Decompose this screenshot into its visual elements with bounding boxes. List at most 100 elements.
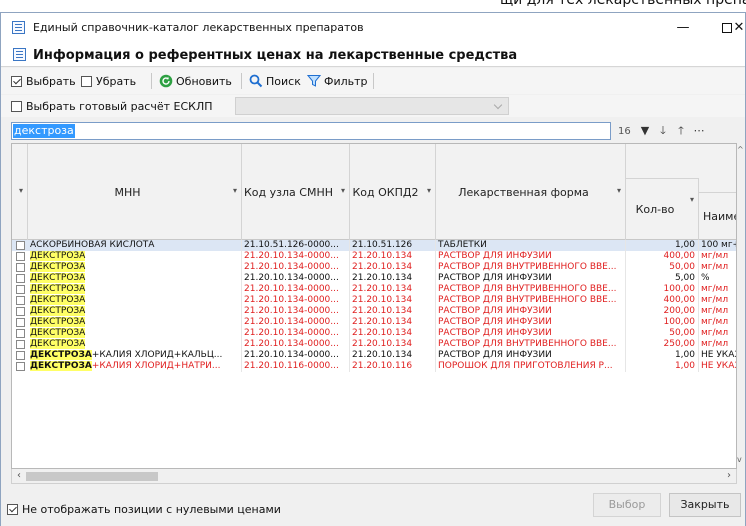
horizontal-scrollbar[interactable]: ‹ › [11,469,737,484]
cell-quantity: 100,00 [626,284,699,295]
column-label: Лекарственная форма [458,185,589,199]
chevron-down-icon[interactable]: ▾ [690,195,694,204]
scroll-down-icon[interactable]: v [737,455,742,464]
prev-match-icon[interactable]: 🡑 [674,124,688,138]
row-checkbox-cell[interactable] [12,339,28,350]
chevron-down-icon[interactable]: ▾ [617,186,621,195]
cell-okpd2-code: 21.20.10.134 [350,328,436,339]
more-options-icon[interactable]: ⋯ [692,124,706,138]
title-bar[interactable]: Единый справочник-каталог лекарственных … [1,13,745,43]
mnn-text: +КАЛИЯ ХЛОРИД+КАЛЬЦ... [91,350,223,360]
row-checkbox-cell[interactable] [12,361,28,372]
table-row[interactable]: ДЕКСТРОЗА 21.20.10.134-0000... 21.20.10.13… [12,328,736,339]
row-checkbox[interactable] [16,329,25,338]
cell-okpd2-code: 21.20.10.134 [350,339,436,350]
cell-okpd2-code: 21.20.10.134 [350,317,436,328]
cell-quantity: 1,00 [626,240,699,251]
scroll-up-icon[interactable]: ^ [737,145,744,154]
choose-button[interactable]: Выбор [593,493,661,517]
catalog-app-icon [12,21,25,34]
vertical-scrollbar[interactable]: ^ v [737,143,745,484]
scrollbar-thumb[interactable] [26,472,158,481]
scroll-right-icon[interactable]: › [722,469,736,484]
row-checkbox-cell[interactable] [12,317,28,328]
column-header-mnn[interactable]: МНН ▾ [28,144,242,240]
search-row: декстроза 16 ▼ 🡓 🡑 ⋯ [1,120,745,142]
column-header-okpd2-code[interactable]: Код ОКПД2 ▾ [350,144,436,240]
refresh-button[interactable]: Обновить [159,73,232,89]
chevron-down-icon[interactable]: ▾ [233,186,237,195]
next-match-icon[interactable]: 🡓 [656,124,670,138]
column-header-name[interactable]: Наимен [699,192,736,240]
checkbox-checked-icon [11,75,22,87]
cell-smnn-code: 21.20.10.116-0000... [242,361,350,372]
cell-mnn: ДЕКСТРОЗА [28,328,242,339]
ready-calc-dropdown[interactable] [235,97,509,115]
filter-button[interactable]: Фильтр [307,73,368,89]
row-checkbox-cell[interactable] [12,284,28,295]
checkbox-empty-icon [81,75,92,87]
filter-matches-icon[interactable]: ▼ [638,124,652,138]
table-row[interactable]: ДЕКСТРОЗА+КАЛИЯ ХЛОРИД+КАЛЬЦ... 21.20.10.… [12,350,736,361]
row-checkbox-cell[interactable] [12,262,28,273]
background-text: щи для тех лекарственных препаратов, кот… [500,0,746,8]
row-checkbox[interactable] [16,263,25,272]
search-input[interactable]: декстроза [11,122,611,140]
row-checkbox[interactable] [16,274,25,283]
row-checkbox[interactable] [16,241,25,250]
table-row[interactable]: ДЕКСТРОЗА 21.20.10.134-0000... 21.20.10.13… [12,273,736,284]
table-row[interactable]: ДЕКСТРОЗА+КАЛИЯ ХЛОРИД+НАТРИ... 21.20.10.… [12,361,736,372]
row-checkbox[interactable] [16,252,25,261]
row-checkbox[interactable] [16,296,25,305]
row-checkbox[interactable] [16,285,25,294]
prices-grid: ▾ МНН ▾ Код узла СМНН ▾ Код ОКПД2 ▾ Лека… [11,143,737,469]
ready-calc-label: Выбрать готовый расчёт ЕСКЛП [26,99,213,113]
row-checkbox-cell[interactable] [12,273,28,284]
scroll-left-icon[interactable]: ‹ [12,469,26,484]
column-header-check[interactable]: ▾ [12,144,28,240]
row-checkbox-cell[interactable] [12,295,28,306]
row-checkbox[interactable] [16,351,25,360]
row-checkbox-cell[interactable] [12,328,28,339]
toolbar: Выбрать Убрать Обновить Поиск Фильтр [1,68,745,94]
table-row[interactable]: ДЕКСТРОЗА 21.20.10.134-0000... 21.20.10.13… [12,317,736,328]
row-checkbox-cell[interactable] [12,306,28,317]
table-row[interactable]: ДЕКСТРОЗА 21.20.10.134-0000... 21.20.10.13… [12,306,736,317]
row-checkbox[interactable] [16,362,25,371]
row-checkbox[interactable] [16,340,25,349]
minimize-button[interactable]: — [661,16,705,40]
column-header-dosage-form[interactable]: Лекарственная форма ▾ [436,144,626,240]
table-row[interactable]: ДЕКСТРОЗА 21.20.10.134-0000... 21.20.10.13… [12,262,736,273]
chevron-down-icon[interactable]: ▾ [19,186,23,195]
column-header-smnn-code[interactable]: Код узла СМНН ▾ [242,144,350,240]
cell-dosage-form: РАСТВОР ДЛЯ ИНФУЗИЙ [436,328,626,339]
form-header: Информация о референтных ценах на лекарс… [1,43,745,67]
select-all-button[interactable]: Выбрать [11,73,76,89]
table-row[interactable]: ДЕКСТРОЗА 21.20.10.134-0000... 21.20.10.13… [12,339,736,350]
row-checkbox-cell[interactable] [12,350,28,361]
search-value: декстроза [13,124,75,138]
search-button[interactable]: Поиск [249,73,301,89]
close-button[interactable]: Закрыть [669,493,741,517]
table-row[interactable]: ДЕКСТРОЗА 21.20.10.134-0000... 21.20.10.13… [12,251,736,262]
cell-name: мг/мл [699,251,736,262]
row-checkbox-cell[interactable] [12,251,28,262]
row-checkbox[interactable] [16,318,25,327]
ready-calc-checkbox[interactable]: Выбрать готовый расчёт ЕСКЛП [11,98,213,114]
cell-dosage-form: ТАБЛЕТКИ [436,240,626,251]
toolbar-separator [373,73,374,89]
row-checkbox[interactable] [16,307,25,316]
chevron-down-icon [493,100,503,110]
chevron-down-icon[interactable]: ▾ [341,186,345,195]
table-row[interactable]: ДЕКСТРОЗА 21.20.10.134-0000... 21.20.10.13… [12,284,736,295]
column-header-quantity[interactable]: Кол-во ▾ [626,178,699,240]
hide-zero-prices-checkbox[interactable]: Не отображать позиции с нулевыми ценами [7,501,281,517]
cell-mnn: ДЕКСТРОЗА+КАЛИЯ ХЛОРИД+КАЛЬЦ... [28,350,242,361]
match-count: 16 [618,126,631,137]
row-checkbox-cell[interactable] [12,240,28,251]
table-row[interactable]: ДЕКСТРОЗА 21.20.10.134-0000... 21.20.10.13… [12,295,736,306]
table-row[interactable]: АСКОРБИНОВАЯ КИСЛОТА 21.10.51.126-0000...… [12,240,736,251]
close-window-button[interactable]: ✕ [732,16,746,40]
chevron-down-icon[interactable]: ▾ [427,186,431,195]
deselect-all-button[interactable]: Убрать [81,73,136,89]
